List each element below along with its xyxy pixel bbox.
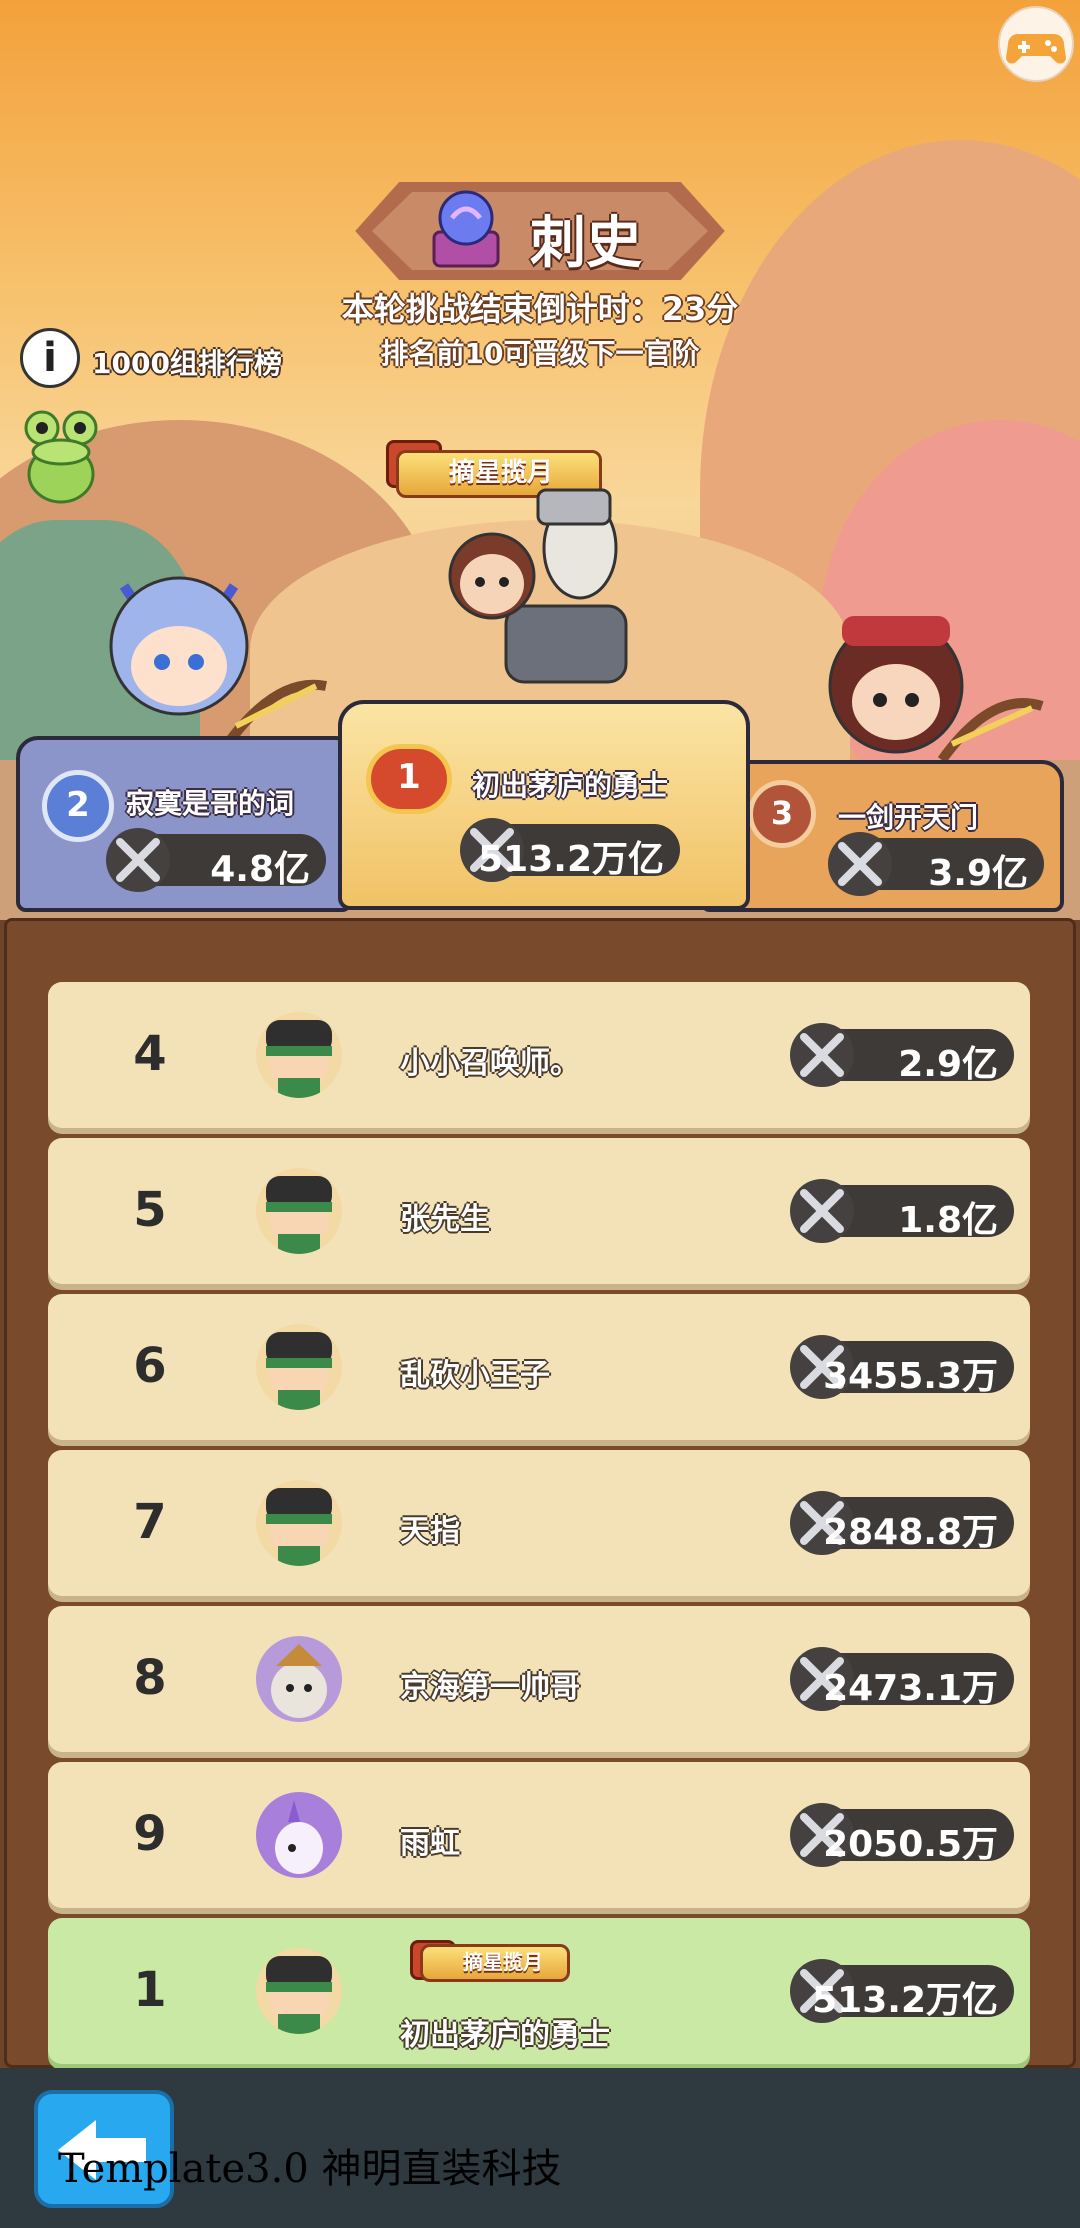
my-badge: 摘星揽月 (420, 1944, 570, 1982)
first-place-character-icon (448, 488, 628, 684)
player-avatar (256, 1012, 342, 1098)
first-place-power: 513.2万亿 (460, 818, 680, 882)
player-avatar (256, 1480, 342, 1566)
player-name: 雨虹 (400, 1826, 460, 1861)
player-power-value: 2.9亿 (898, 1044, 998, 1085)
rank-gem-icon (432, 190, 500, 268)
player-power-value: 2050.5万 (823, 1824, 998, 1865)
player-name: 乱砍小王子 (400, 1358, 550, 1393)
rank-title: 刺史 (530, 211, 642, 276)
player-avatar (256, 1324, 342, 1410)
second-place-power-value: 4.8亿 (210, 849, 310, 890)
second-place-name: 寂寞是哥的词 (126, 787, 295, 820)
player-power: 2473.1万 (790, 1647, 1014, 1711)
my-avatar (256, 1948, 342, 2034)
leaderboard-row[interactable]: 6 乱砍小王子 3455.3万 (48, 1294, 1030, 1440)
crossed-swords-icon (828, 832, 892, 896)
first-place-power-value: 513.2万亿 (478, 839, 664, 880)
player-name: 天指 (400, 1514, 460, 1549)
rank-medal-2: 2 (42, 770, 114, 842)
second-place-power: 4.8亿 (106, 828, 326, 892)
my-power-value: 513.2万亿 (812, 1980, 998, 2021)
player-avatar (256, 1636, 342, 1722)
player-power: 3455.3万 (790, 1335, 1014, 1399)
leaderboard-row[interactable]: 7 天指 2848.8万 (48, 1450, 1030, 1596)
player-name: 小小召唤师。 (400, 1046, 580, 1081)
player-power: 2050.5万 (790, 1803, 1014, 1867)
countdown-text: 本轮挑战结束倒计时：23分 (341, 290, 739, 328)
gamepad-button[interactable] (998, 6, 1074, 82)
player-name: 张先生 (400, 1202, 490, 1237)
info-icon: i (43, 335, 57, 381)
player-avatar (256, 1792, 342, 1878)
leaderboard-label: 1000组排行榜 (92, 347, 282, 380)
player-avatar (256, 1168, 342, 1254)
first-place-name: 初出茅庐的勇士 (472, 769, 669, 802)
crossed-swords-icon (790, 1023, 854, 1087)
player-power-value: 3455.3万 (823, 1356, 998, 1397)
row-rank: 6 (133, 1338, 167, 1394)
row-rank: 9 (133, 1806, 167, 1862)
my-power: 513.2万亿 (790, 1959, 1014, 2023)
player-power-value: 2848.8万 (823, 1512, 998, 1553)
row-rank: 7 (133, 1494, 167, 1550)
third-place-power: 3.9亿 (828, 832, 1044, 896)
leaderboard-row[interactable]: 5 张先生 1.8亿 (48, 1138, 1030, 1284)
third-place-name: 一剑开天门 (838, 801, 979, 834)
row-rank: 4 (133, 1026, 167, 1082)
crossed-swords-icon (790, 1179, 854, 1243)
leaderboard-row[interactable]: 8 京海第一帅哥 2473.1万 (48, 1606, 1030, 1752)
rank-medal-3: 3 (748, 780, 816, 848)
frog-mascot-icon[interactable] (18, 408, 104, 506)
third-place-power-value: 3.9亿 (928, 853, 1028, 894)
player-power: 2848.8万 (790, 1491, 1014, 1555)
info-button[interactable]: i (20, 328, 80, 388)
my-name: 初出茅庐的勇士 (400, 2018, 610, 2053)
template-watermark: Template3.0 神明直装科技 (58, 2146, 562, 2192)
player-power-value: 1.8亿 (898, 1200, 998, 1241)
rank-medal-1: 1 (366, 744, 452, 814)
leaderboard-row[interactable]: 9 雨虹 2050.5万 (48, 1762, 1030, 1908)
row-rank: 8 (133, 1650, 167, 1706)
player-power: 1.8亿 (790, 1179, 1014, 1243)
row-rank: 5 (133, 1182, 167, 1238)
player-power: 2.9亿 (790, 1023, 1014, 1087)
crossed-swords-icon (106, 828, 170, 892)
leaderboard-row[interactable]: 4 小小召唤师。 2.9亿 (48, 982, 1030, 1128)
my-rank: 1 (133, 1962, 167, 2018)
my-rank-row[interactable]: 1 摘星揽月 初出茅庐的勇士 513.2万亿 (48, 1918, 1030, 2064)
player-power-value: 2473.1万 (823, 1668, 998, 1709)
player-name: 京海第一帅哥 (400, 1670, 580, 1705)
gamepad-icon (1006, 34, 1066, 64)
